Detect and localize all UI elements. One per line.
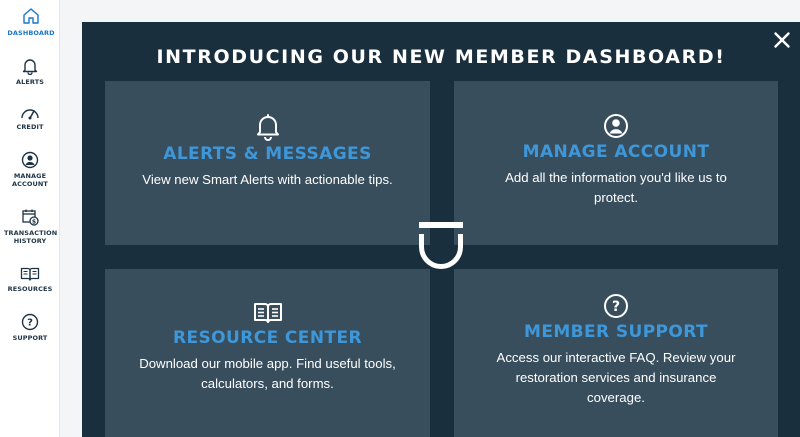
card-resource-center[interactable]: RESOURCE CENTER Download our mobile app.… (105, 269, 430, 437)
intro-modal: INTRODUCING OUR NEW MEMBER DASHBOARD! AL… (82, 22, 800, 437)
card-description: Access our interactive FAQ. Review your … (496, 350, 736, 405)
bell-icon (22, 59, 38, 75)
card-title: MANAGE ACCOUNT (522, 142, 710, 162)
svg-text:?: ? (612, 299, 620, 315)
svg-text:?: ? (27, 318, 33, 329)
sidebar-item-label: DASHBOARD (7, 29, 55, 37)
sidebar: DASHBOARD ALERTS CREDIT MANAGE ACCOUNT $… (0, 0, 60, 437)
card-description: Add all the information you'd like us to… (505, 170, 727, 205)
card-title: ALERTS & MESSAGES (163, 144, 372, 164)
book-icon (20, 267, 40, 281)
card-alerts-messages[interactable]: ALERTS & MESSAGES View new Smart Alerts … (105, 81, 430, 245)
brand-logo (419, 222, 463, 269)
close-icon (774, 32, 790, 48)
sidebar-item-label: CREDIT (16, 123, 44, 131)
modal-title: INTRODUCING OUR NEW MEMBER DASHBOARD! (156, 46, 726, 68)
card-title: MEMBER SUPPORT (524, 322, 708, 342)
sidebar-item-manage-account[interactable]: MANAGE ACCOUNT (0, 151, 60, 188)
book-icon (253, 303, 282, 323)
sidebar-item-label: ALERTS (15, 78, 45, 86)
sidebar-item-support[interactable]: ? SUPPORT (0, 313, 60, 342)
question-icon: ? (604, 294, 628, 318)
calendar-dollar-icon: $ (22, 209, 39, 226)
card-description: Download our mobile app. Find useful too… (139, 356, 396, 391)
user-circle-icon (21, 151, 39, 169)
user-circle-icon (604, 114, 628, 138)
sidebar-item-credit[interactable]: CREDIT (0, 106, 60, 131)
card-member-support[interactable]: ? MEMBER SUPPORT Access our interactive … (454, 269, 778, 437)
home-icon (23, 8, 39, 24)
sidebar-item-alerts[interactable]: ALERTS (0, 57, 60, 86)
question-icon: ? (21, 313, 39, 331)
bell-icon (256, 114, 279, 141)
sidebar-item-label: TRANSACTION HISTORY (4, 229, 58, 245)
sidebar-item-transaction-history[interactable]: $ TRANSACTION HISTORY (0, 208, 60, 245)
sidebar-item-resources[interactable]: RESOURCES (0, 266, 60, 293)
sidebar-item-label: RESOURCES (7, 285, 53, 293)
card-title: RESOURCE CENTER (173, 328, 362, 348)
svg-text:$: $ (32, 218, 36, 225)
sidebar-item-dashboard[interactable]: DASHBOARD (0, 6, 60, 37)
card-description: View new Smart Alerts with actionable ti… (142, 172, 393, 187)
close-button[interactable] (772, 30, 792, 50)
gauge-icon (21, 109, 39, 120)
card-manage-account[interactable]: MANAGE ACCOUNT Add all the information y… (454, 81, 778, 245)
sidebar-item-label: MANAGE ACCOUNT (12, 172, 48, 188)
sidebar-item-label: SUPPORT (12, 334, 48, 342)
